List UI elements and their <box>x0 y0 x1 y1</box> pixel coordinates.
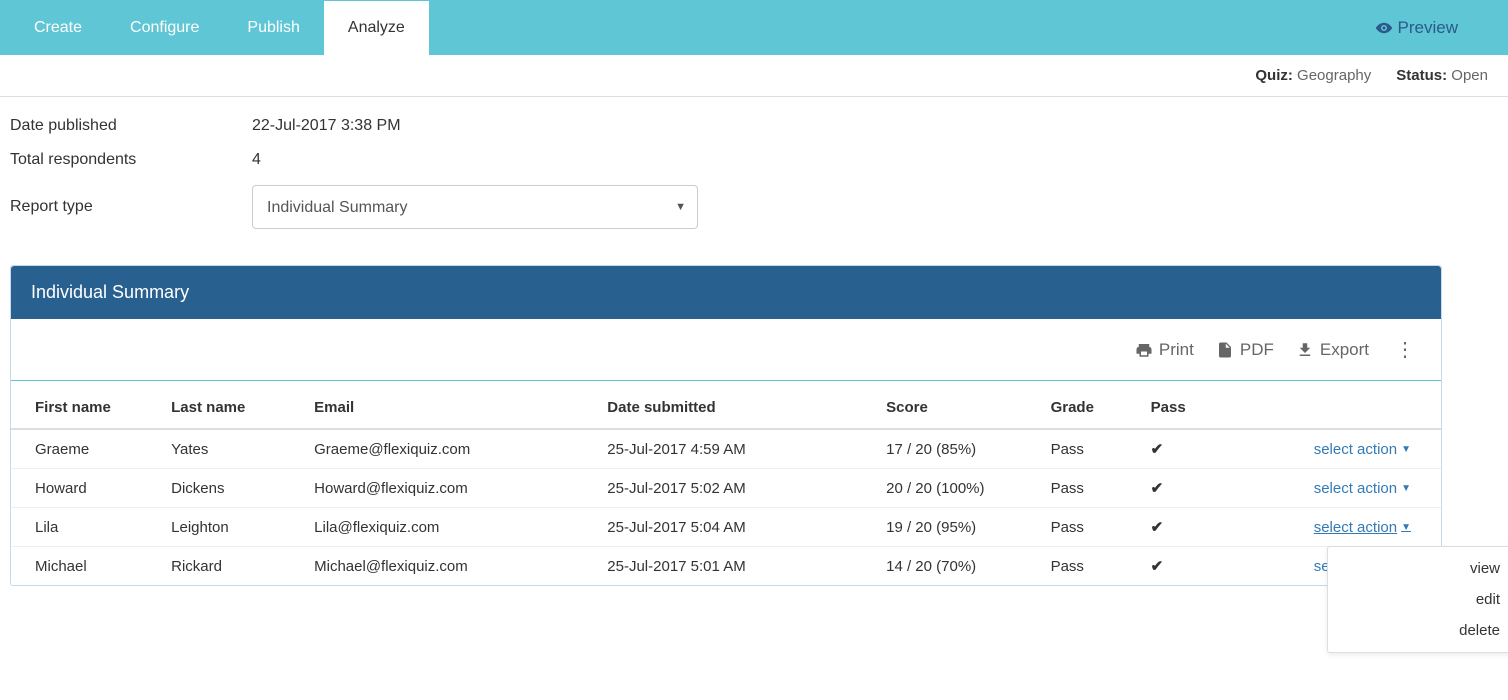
col-score[interactable]: Score <box>876 381 1040 429</box>
cell-date: 25-Jul-2017 5:02 AM <box>597 469 876 508</box>
status-label: Status: <box>1396 67 1447 84</box>
cell-pass: ✔ <box>1141 508 1241 547</box>
cell-grade: Pass <box>1041 469 1141 508</box>
tab-analyze[interactable]: Analyze <box>324 1 429 55</box>
export-button[interactable]: Export <box>1296 340 1369 360</box>
cell-email: Howard@flexiquiz.com <box>304 469 597 508</box>
table-row: GraemeYatesGraeme@flexiquiz.com25-Jul-20… <box>11 429 1441 469</box>
cell-first: Howard <box>11 469 161 508</box>
table-row: HowardDickensHoward@flexiquiz.com25-Jul-… <box>11 469 1441 508</box>
export-label: Export <box>1320 340 1369 360</box>
table-row: LilaLeightonLila@flexiquiz.com25-Jul-201… <box>11 508 1441 547</box>
select-action-link[interactable]: select action ▼ <box>1314 519 1411 536</box>
dropdown-item-edit[interactable]: edit <box>1328 584 1508 615</box>
file-icon <box>1216 341 1234 359</box>
report-type-label: Report type <box>10 198 252 216</box>
check-icon: ✔ <box>1151 519 1164 536</box>
cell-score: 19 / 20 (95%) <box>876 508 1040 547</box>
caret-down-icon: ▼ <box>1401 483 1411 494</box>
cell-grade: Pass <box>1041 508 1141 547</box>
pdf-label: PDF <box>1240 340 1274 360</box>
eye-icon <box>1375 19 1393 37</box>
cell-email: Michael@flexiquiz.com <box>304 547 597 586</box>
total-respondents-value: 4 <box>252 151 261 169</box>
quiz-label: Quiz: <box>1255 67 1293 84</box>
cell-score: 17 / 20 (85%) <box>876 429 1040 469</box>
preview-label: Preview <box>1398 18 1458 38</box>
cell-pass: ✔ <box>1141 429 1241 469</box>
check-icon: ✔ <box>1151 441 1164 458</box>
col-grade[interactable]: Grade <box>1041 381 1141 429</box>
col-action <box>1241 381 1441 429</box>
tab-configure[interactable]: Configure <box>106 1 223 55</box>
results-table: First nameLast nameEmailDate submittedSc… <box>11 381 1441 585</box>
col-first-name[interactable]: First name <box>11 381 161 429</box>
col-last-name[interactable]: Last name <box>161 381 304 429</box>
cell-grade: Pass <box>1041 429 1141 469</box>
info-bar: Quiz: Geography Status: Open <box>0 55 1508 97</box>
cell-pass: ✔ <box>1141 469 1241 508</box>
quiz-value: Geography <box>1297 67 1371 84</box>
cell-first: Graeme <box>11 429 161 469</box>
action-dropdown: vieweditdelete <box>1327 546 1508 653</box>
cell-date: 25-Jul-2017 5:04 AM <box>597 508 876 547</box>
date-published-value: 22-Jul-2017 3:38 PM <box>252 117 401 135</box>
caret-down-icon: ▼ <box>1401 522 1411 533</box>
cell-action: select action ▼vieweditdelete <box>1241 508 1441 547</box>
col-date-submitted[interactable]: Date submitted <box>597 381 876 429</box>
cell-score: 14 / 20 (70%) <box>876 547 1040 586</box>
cell-last: Dickens <box>161 469 304 508</box>
col-pass[interactable]: Pass <box>1141 381 1241 429</box>
kebab-menu-icon[interactable]: ⋮ <box>1391 337 1419 362</box>
top-navbar: CreateConfigurePublishAnalyze Preview <box>0 0 1508 55</box>
date-published-label: Date published <box>10 117 252 135</box>
cell-last: Leighton <box>161 508 304 547</box>
cell-action: select action ▼ <box>1241 469 1441 508</box>
print-label: Print <box>1159 340 1194 360</box>
select-action-link[interactable]: select action ▼ <box>1314 480 1411 497</box>
cell-grade: Pass <box>1041 547 1141 586</box>
pdf-button[interactable]: PDF <box>1216 340 1274 360</box>
cell-action: select action ▼ <box>1241 429 1441 469</box>
cell-email: Lila@flexiquiz.com <box>304 508 597 547</box>
download-icon <box>1296 341 1314 359</box>
caret-down-icon: ▼ <box>1401 444 1411 455</box>
select-action-link[interactable]: select action ▼ <box>1314 441 1411 458</box>
tab-publish[interactable]: Publish <box>223 1 323 55</box>
cell-email: Graeme@flexiquiz.com <box>304 429 597 469</box>
dropdown-item-view[interactable]: view <box>1328 553 1508 584</box>
tab-create[interactable]: Create <box>10 1 106 55</box>
cell-date: 25-Jul-2017 5:01 AM <box>597 547 876 586</box>
cell-score: 20 / 20 (100%) <box>876 469 1040 508</box>
check-icon: ✔ <box>1151 480 1164 497</box>
dropdown-item-delete[interactable]: delete <box>1328 615 1508 646</box>
cell-first: Michael <box>11 547 161 586</box>
total-respondents-label: Total respondents <box>10 151 252 169</box>
col-email[interactable]: Email <box>304 381 597 429</box>
print-button[interactable]: Print <box>1135 340 1194 360</box>
check-icon: ✔ <box>1151 558 1164 575</box>
summary-panel: Individual Summary Print PDF Export ⋮ Fi… <box>10 265 1442 586</box>
preview-link[interactable]: Preview <box>1375 18 1458 38</box>
print-icon <box>1135 341 1153 359</box>
main-content: Date published 22-Jul-2017 3:38 PM Total… <box>0 97 1452 606</box>
report-type-select[interactable]: Individual Summary <box>252 185 698 229</box>
main-tabs: CreateConfigurePublishAnalyze <box>10 1 429 55</box>
cell-date: 25-Jul-2017 4:59 AM <box>597 429 876 469</box>
status-value: Open <box>1451 67 1488 84</box>
cell-first: Lila <box>11 508 161 547</box>
cell-pass: ✔ <box>1141 547 1241 586</box>
panel-title: Individual Summary <box>11 266 1441 319</box>
panel-toolbar: Print PDF Export ⋮ <box>11 319 1441 381</box>
cell-last: Rickard <box>161 547 304 586</box>
cell-last: Yates <box>161 429 304 469</box>
table-row: MichaelRickardMichael@flexiquiz.com25-Ju… <box>11 547 1441 586</box>
